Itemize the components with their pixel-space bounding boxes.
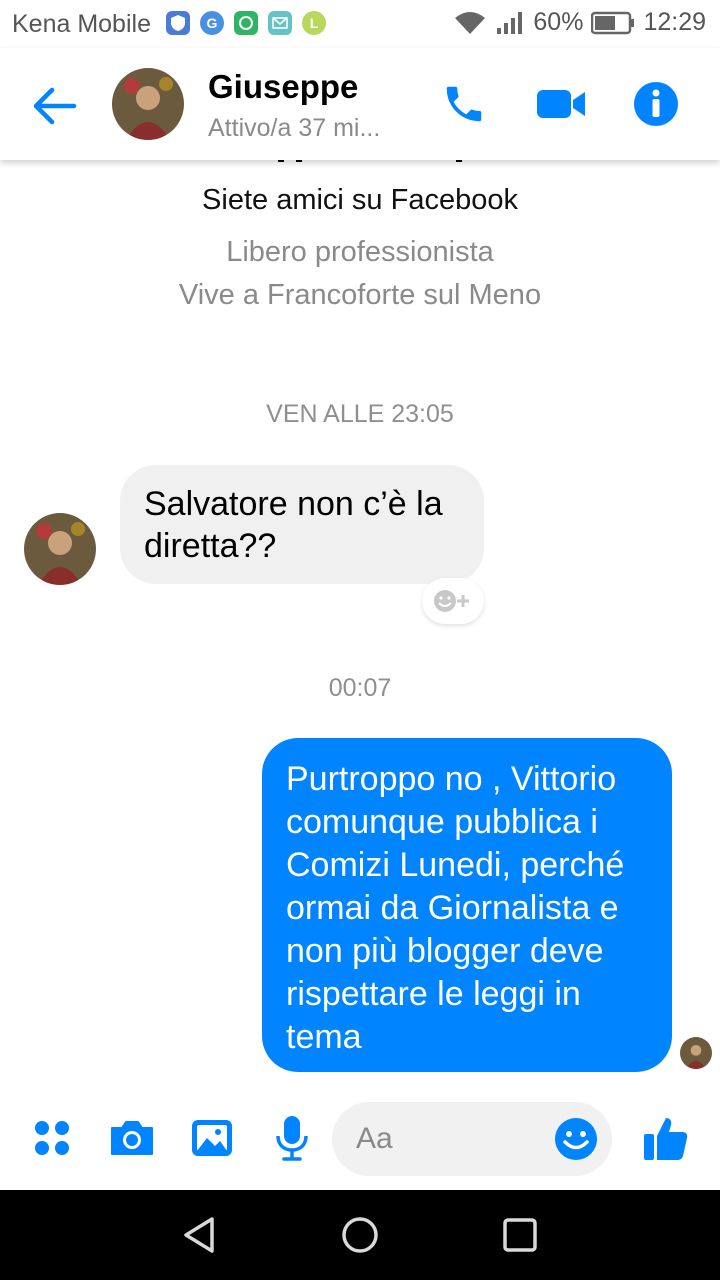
nav-recents-button[interactable]: [497, 1212, 543, 1258]
video-camera-icon: [537, 90, 585, 118]
like-button[interactable]: [642, 1112, 690, 1164]
add-reaction-icon: [434, 590, 469, 612]
sender-avatar[interactable]: [24, 513, 96, 585]
message-input-wrapper: [332, 1102, 612, 1176]
camera-icon: [111, 1121, 153, 1155]
occupation-text: Libero professionista: [226, 236, 494, 268]
carrier-name: Kena Mobile: [12, 10, 151, 38]
shield-icon: [166, 11, 190, 35]
circle-home-icon: [342, 1217, 378, 1253]
status-bar: Kena Mobile G L 60% 12:29: [0, 0, 720, 48]
message-timestamp: 00:07: [328, 674, 392, 702]
gallery-icon: [192, 1120, 232, 1156]
call-button[interactable]: [436, 76, 492, 132]
phone-icon: [446, 86, 482, 122]
battery-icon: [591, 11, 635, 34]
emoji-button[interactable]: [554, 1117, 598, 1161]
location-text: Vive a Francoforte sul Meno: [178, 279, 542, 311]
thumbs-up-icon: [644, 1118, 688, 1160]
composer-bar: [0, 1094, 720, 1190]
video-call-button[interactable]: [533, 76, 589, 132]
conversation-header: Giuseppe Attivo/a 37 mi...: [0, 48, 720, 160]
hangouts-icon: [234, 11, 258, 35]
mail-icon: [268, 11, 292, 35]
square-recents-icon: [503, 1218, 537, 1252]
notification-icons: G L: [166, 11, 326, 35]
more-button[interactable]: [28, 1112, 76, 1164]
contact-name[interactable]: Giuseppe: [208, 68, 358, 106]
system-status: 60% 12:29: [453, 8, 706, 37]
system-navigation-bar: [0, 1190, 720, 1280]
back-button[interactable]: [26, 78, 82, 134]
info-button[interactable]: [628, 76, 684, 132]
friends-text: Siete amici su Facebook: [202, 184, 518, 216]
battery-percent: 60%: [533, 8, 584, 36]
microphone-icon: [276, 1116, 308, 1161]
camera-button[interactable]: [108, 1112, 156, 1164]
wifi-icon: [455, 11, 486, 34]
active-status: Attivo/a 37 mi...: [208, 114, 381, 142]
avatar[interactable]: [112, 68, 184, 140]
message-timestamp: VEN ALLE 23:05: [266, 400, 454, 428]
signal-icon: [497, 11, 523, 34]
triangle-back-icon: [184, 1217, 214, 1253]
clock: 12:29: [643, 8, 706, 36]
info-icon: [634, 82, 678, 126]
nav-back-button[interactable]: [177, 1212, 223, 1258]
message-input[interactable]: [356, 1114, 556, 1164]
back-arrow-icon: [33, 87, 77, 125]
more-icon: [35, 1121, 69, 1155]
emoji-icon: [555, 1118, 597, 1160]
microphone-button[interactable]: [268, 1112, 316, 1164]
incoming-message[interactable]: Salvatore non c’è la diretta??: [120, 465, 484, 584]
google-icon: G: [200, 11, 224, 35]
outgoing-message[interactable]: Purtroppo no , Vittorio comunque pubblic…: [262, 738, 672, 1072]
gallery-button[interactable]: [188, 1112, 236, 1164]
read-receipt-avatar: [680, 1037, 712, 1069]
line-icon: L: [302, 11, 326, 35]
add-reaction-button[interactable]: [422, 578, 484, 624]
nav-home-button[interactable]: [337, 1212, 383, 1258]
